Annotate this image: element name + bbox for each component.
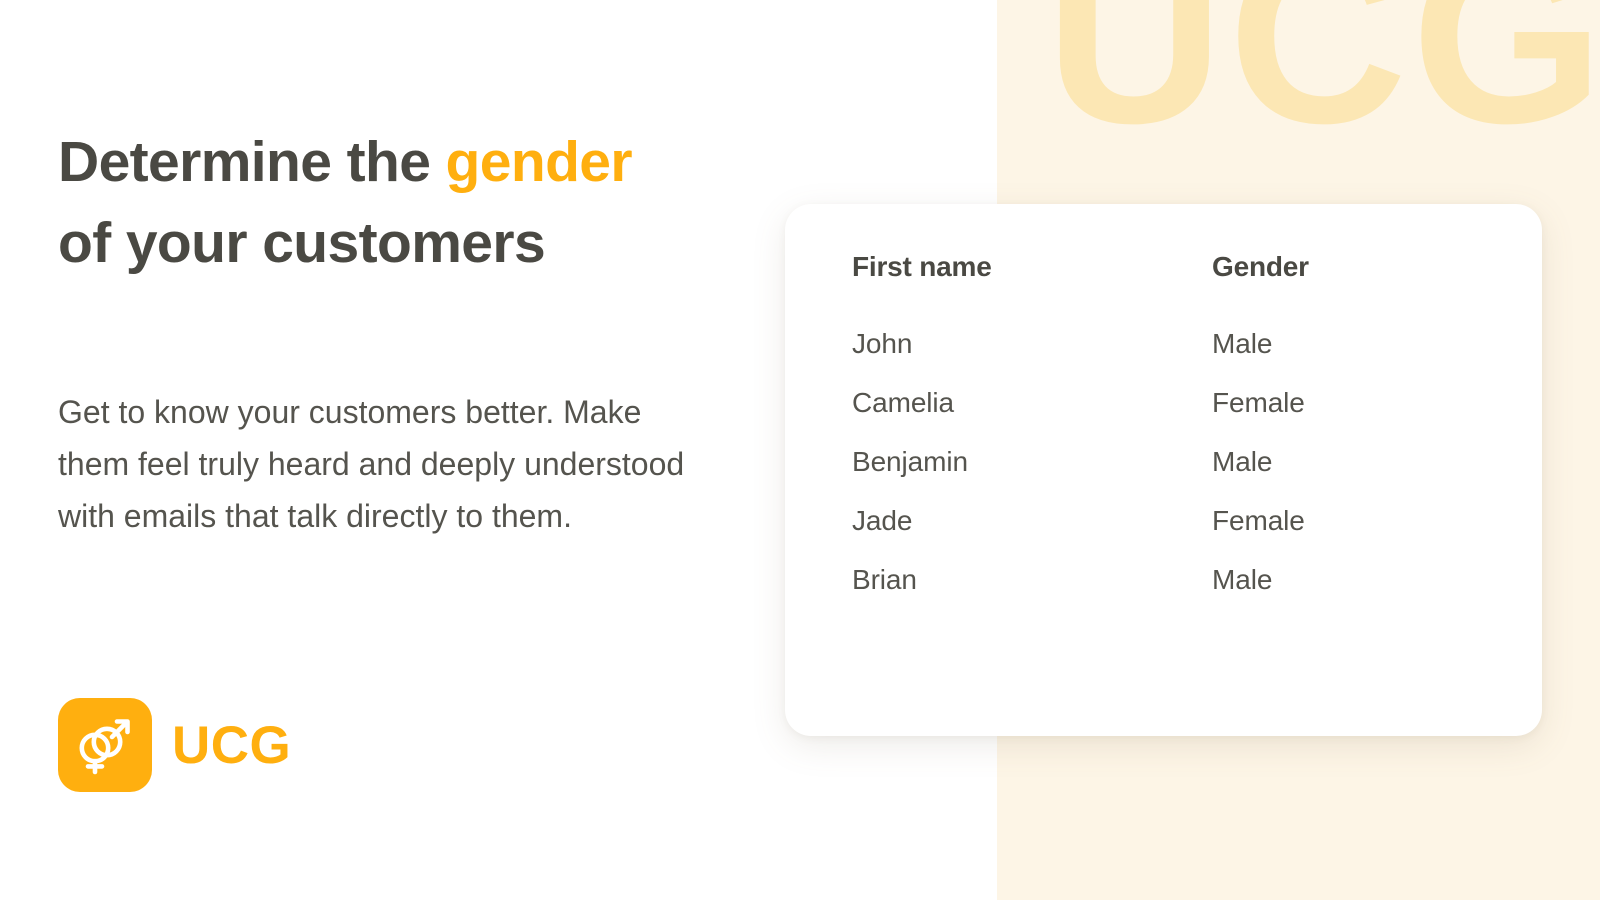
table-header-row: First name Gender (852, 251, 1502, 283)
brand-wordmark: UCG (172, 715, 292, 775)
content-column: Determine the gender of your customers G… (58, 0, 758, 900)
page-description: Get to know your customers better. Make … (58, 394, 685, 535)
page-title: Determine the gender of your customers (58, 122, 758, 284)
cell-gender: Male (1212, 564, 1273, 595)
headline-line1-prefix: Determine the (58, 130, 446, 194)
cell-first-name: John (852, 328, 913, 359)
cell-first-name: Benjamin (852, 446, 968, 477)
column-header-gender: Gender (1212, 251, 1309, 282)
brand-logo: UCG (58, 698, 291, 792)
headline-line2: of your customers (58, 210, 546, 275)
table-row: Jade Female (852, 505, 1502, 537)
cell-gender: Female (1212, 505, 1305, 536)
customer-data-card: First name Gender John Male Camelia Fema… (785, 204, 1542, 736)
table-row: Brian Male (852, 564, 1502, 596)
cell-first-name: Camelia (852, 387, 955, 418)
column-header-first-name: First name (852, 251, 992, 282)
table-row: John Male (852, 328, 1502, 360)
table-row: Benjamin Male (852, 446, 1502, 478)
customer-table: First name Gender John Male Camelia Fema… (852, 251, 1502, 596)
cell-gender: Male (1212, 446, 1273, 477)
cell-gender: Male (1212, 328, 1273, 359)
cell-gender: Female (1212, 387, 1305, 418)
headline-accent-word: gender (445, 130, 633, 194)
gender-symbols-icon (58, 698, 152, 792)
cell-first-name: Jade (852, 505, 913, 536)
brand-watermark: UCG (1045, 0, 1600, 175)
table-row: Camelia Female (852, 387, 1502, 419)
cell-first-name: Brian (852, 564, 917, 595)
slide-canvas: UCG Determine the gender of your custome… (0, 0, 1600, 900)
